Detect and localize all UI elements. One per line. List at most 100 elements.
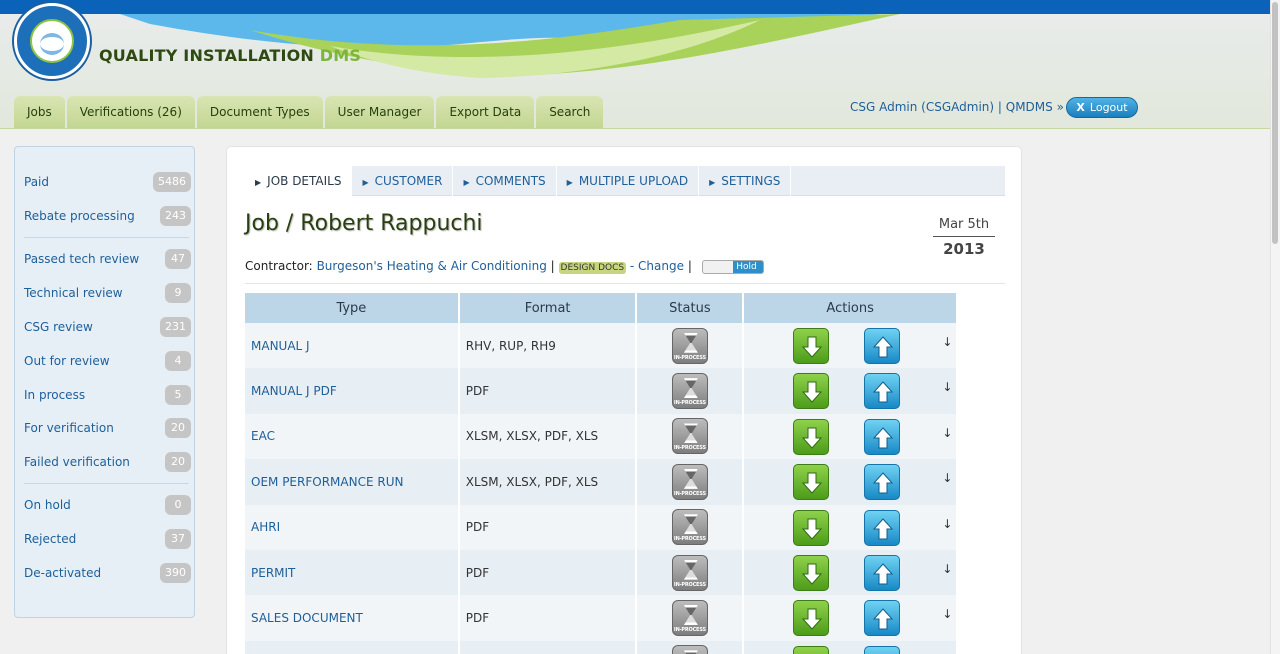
status-cell (636, 640, 745, 654)
column-header-type[interactable]: Type (245, 293, 460, 323)
logout-label: Logout (1089, 101, 1128, 114)
logo-mark-icon (30, 19, 74, 63)
document-type-link[interactable] (245, 640, 460, 654)
column-header-actions: Actions (743, 293, 958, 323)
download-button[interactable] (793, 645, 830, 654)
hourglass-icon: IN-PROCESS (671, 373, 708, 410)
nav-tab-user-manager[interactable]: User Manager (324, 96, 435, 128)
sidebar-item-csg-review[interactable]: CSG review 231 (24, 317, 191, 337)
document-type-link[interactable]: AHRI (245, 504, 460, 550)
hourglass-icon (671, 645, 708, 654)
logout-button[interactable]: X Logout (1066, 97, 1138, 118)
status-caption: IN-PROCESS (673, 581, 706, 588)
count-badge: 5 (165, 385, 191, 405)
upload-button[interactable] (864, 509, 901, 546)
sidebar-divider (24, 237, 189, 238)
hourglass-icon: IN-PROCESS (671, 463, 708, 500)
sidebar-item-de-activated[interactable]: De-activated 390 (24, 563, 191, 583)
status-caption: IN-PROCESS (673, 445, 706, 452)
sidebar-item-technical-review[interactable]: Technical review 9 (24, 283, 191, 303)
download-arrow-icon (802, 427, 823, 449)
nav-tab-jobs[interactable]: Jobs (14, 96, 65, 128)
table-row: SALES DOCUMENT PDF IN-PROCESS ↓ (245, 595, 958, 641)
upload-button[interactable] (864, 600, 901, 637)
nav-tab-search[interactable]: Search (536, 96, 604, 128)
tab-job-details[interactable]: ▶ JOB DETAILS (245, 166, 353, 196)
hold-toggle[interactable]: Hold (701, 259, 764, 274)
sidebar-item-out-for-review[interactable]: Out for review 4 (24, 351, 191, 371)
document-type-link[interactable]: SALES DOCUMENT (245, 595, 460, 641)
sidebar-item-rebate-processing[interactable]: Rebate processing 243 (24, 206, 191, 226)
document-type-link[interactable]: PERMIT (245, 549, 460, 596)
contractor-link[interactable]: Burgeson's Heating & Air Conditioning (317, 259, 547, 273)
page-scrollbar[interactable] (1270, 0, 1280, 654)
sort-arrow-icon[interactable]: ↓ (942, 562, 952, 576)
download-button[interactable] (793, 373, 830, 410)
document-type-link[interactable]: MANUAL J PDF (245, 368, 460, 414)
tab-label: CUSTOMER (374, 174, 443, 188)
column-header-status[interactable]: Status (636, 293, 745, 323)
tab-label: JOB DETAILS (267, 174, 342, 188)
app-title-accent: DMS (319, 46, 362, 65)
sidebar-item-on-hold[interactable]: On hold 0 (24, 495, 191, 515)
count-badge: 47 (165, 249, 191, 269)
column-header-format[interactable]: Format (458, 293, 638, 323)
scrollbar-thumb[interactable] (1272, 2, 1278, 244)
separator: | (687, 259, 692, 273)
upload-button[interactable] (864, 464, 901, 501)
download-button[interactable] (793, 600, 830, 637)
actions-cell: ↓ (743, 368, 958, 414)
hold-label: Hold (736, 261, 757, 272)
sort-arrow-icon[interactable]: ↓ (942, 426, 952, 440)
upload-button[interactable] (864, 373, 901, 410)
nav-tab-export-data[interactable]: Export Data (436, 96, 535, 128)
document-type-link[interactable]: MANUAL J (245, 323, 460, 369)
upload-button[interactable] (864, 328, 901, 364)
sidebar-item-failed-verification[interactable]: Failed verification 20 (24, 452, 191, 472)
sidebar-item-label: Paid (24, 175, 50, 189)
sort-arrow-icon[interactable]: ↓ (942, 471, 952, 485)
upload-arrow-icon (873, 517, 894, 540)
user-info-link[interactable]: CSG Admin (CSGAdmin) | QMDMS » (850, 100, 1064, 114)
upload-button[interactable] (864, 418, 901, 455)
upload-button[interactable] (864, 554, 901, 591)
separator: | (550, 259, 555, 273)
sort-arrow-icon[interactable]: ↓ (942, 335, 952, 349)
tab-multiple-upload[interactable]: ▶ MULTIPLE UPLOAD (557, 166, 700, 196)
sidebar-item-in-process[interactable]: In process 5 (24, 385, 191, 405)
document-format: PDF (458, 504, 638, 550)
job-panel: ▶ JOB DETAILS ▶ CUSTOMER ▶ COMMENTS ▶ MULTIP… (226, 146, 1022, 654)
document-type-link[interactable]: OEM PERFORMANCE RUN (245, 459, 460, 505)
sidebar-item-label: In process (24, 388, 86, 402)
sidebar-item-label: On hold (24, 498, 71, 512)
nav-tab-verifications[interactable]: Verifications (26) (66, 96, 195, 128)
sort-arrow-icon[interactable]: ↓ (942, 517, 952, 531)
download-button[interactable] (793, 554, 830, 591)
sidebar-item-paid[interactable]: Paid 5486 (24, 172, 191, 192)
sidebar-item-for-verification[interactable]: For verification 20 (24, 418, 191, 438)
sort-arrow-icon[interactable]: ↓ (942, 607, 952, 621)
sidebar-item-passed-tech-review[interactable]: Passed tech review 47 (24, 249, 191, 269)
tab-comments[interactable]: ▶ COMMENTS (453, 166, 557, 196)
download-button[interactable] (793, 509, 830, 546)
tab-settings[interactable]: ▶ SETTINGS (699, 166, 792, 196)
tab-label: COMMENTS (475, 174, 546, 188)
sidebar-item-label: Passed tech review (24, 252, 140, 266)
status-caption: IN-PROCESS (673, 536, 706, 543)
download-button[interactable] (793, 464, 830, 501)
download-button[interactable] (793, 418, 830, 455)
sidebar-item-rejected[interactable]: Rejected 37 (24, 529, 191, 549)
close-icon: X (1076, 101, 1085, 114)
tab-customer[interactable]: ▶ CUSTOMER (352, 166, 454, 196)
download-arrow-icon (802, 381, 823, 404)
app-title: QUALITY INSTALLATION DMS (99, 46, 361, 65)
change-link[interactable]: - Change (630, 259, 684, 273)
app-logo[interactable] (14, 3, 90, 79)
nav-tab-document-types[interactable]: Document Types (196, 96, 323, 128)
count-badge: 20 (165, 452, 191, 472)
actions-cell: ↓ (743, 323, 958, 369)
document-type-link[interactable]: EAC (245, 413, 460, 460)
sort-arrow-icon[interactable]: ↓ (942, 380, 952, 394)
download-button[interactable] (793, 328, 830, 364)
upload-button[interactable] (864, 645, 901, 654)
